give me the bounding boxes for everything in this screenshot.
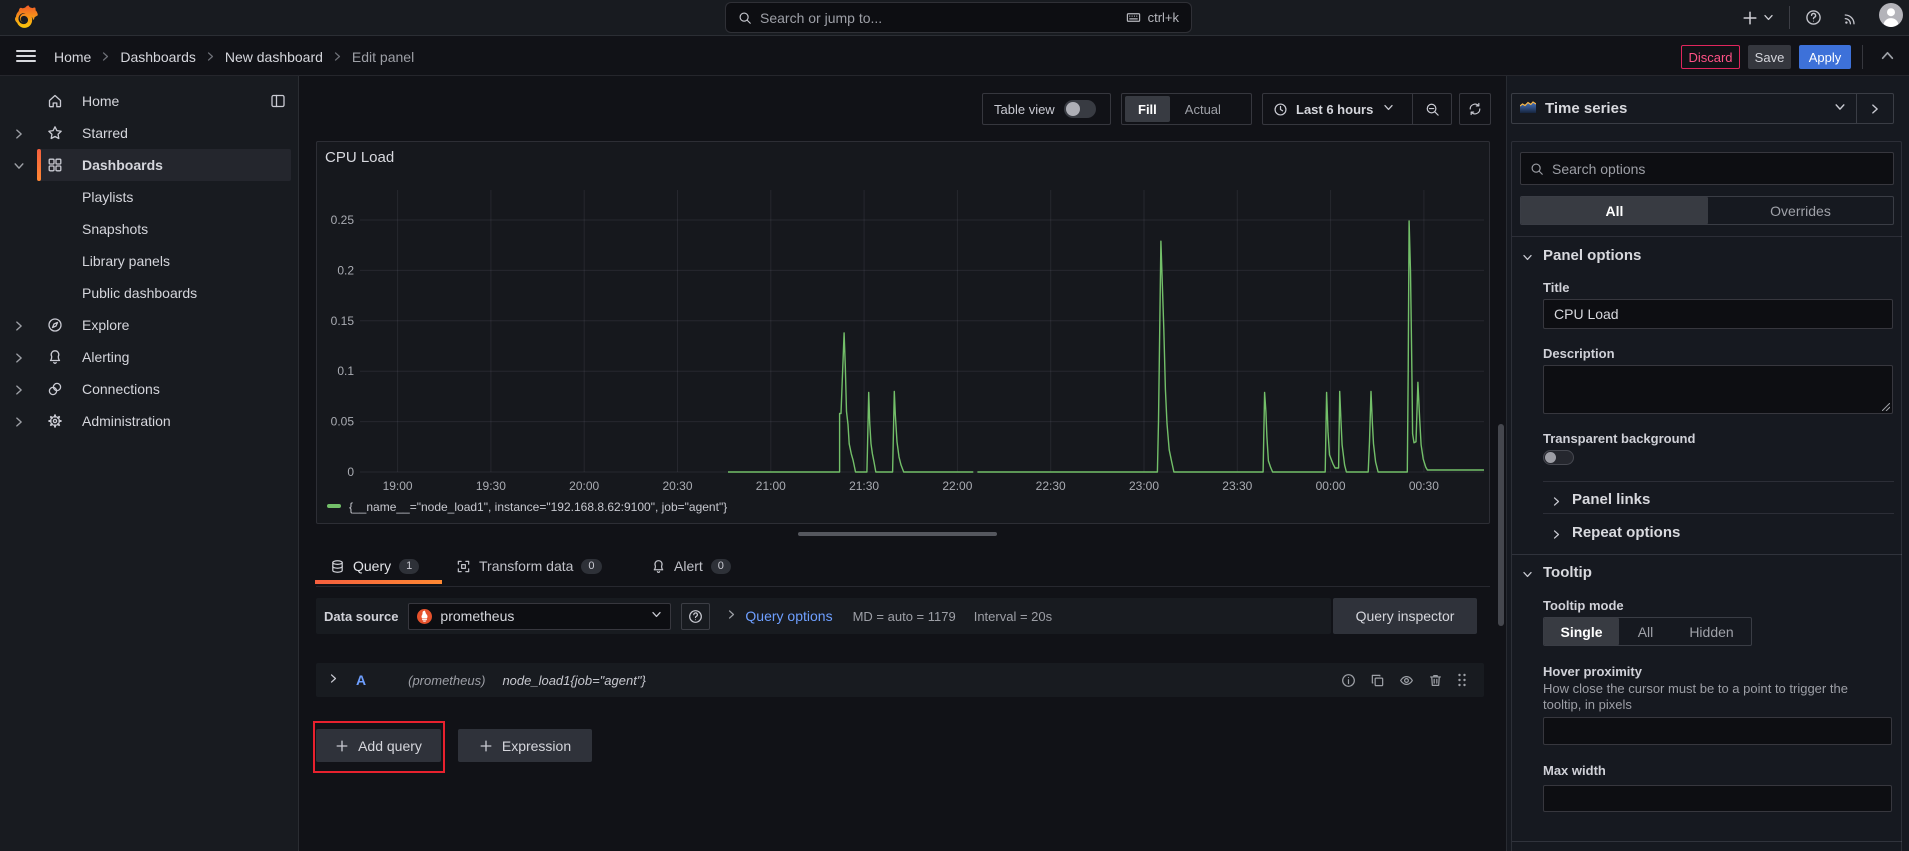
svg-text:23:00: 23:00 bbox=[1129, 479, 1159, 493]
svg-text:21:30: 21:30 bbox=[849, 479, 879, 493]
svg-text:{__name__="node_load1", instan: {__name__="node_load1", instance="192.16… bbox=[349, 500, 727, 514]
svg-text:0.25: 0.25 bbox=[331, 213, 355, 227]
svg-text:0.1: 0.1 bbox=[337, 364, 354, 378]
svg-text:0: 0 bbox=[347, 465, 354, 479]
svg-text:20:00: 20:00 bbox=[569, 479, 599, 493]
svg-text:00:00: 00:00 bbox=[1316, 479, 1346, 493]
svg-text:22:00: 22:00 bbox=[942, 479, 972, 493]
svg-text:19:00: 19:00 bbox=[383, 479, 413, 493]
svg-text:19:30: 19:30 bbox=[476, 479, 506, 493]
svg-text:23:30: 23:30 bbox=[1222, 479, 1252, 493]
svg-text:21:00: 21:00 bbox=[756, 479, 786, 493]
svg-text:0.05: 0.05 bbox=[331, 415, 355, 429]
svg-text:20:30: 20:30 bbox=[662, 479, 692, 493]
svg-text:0.15: 0.15 bbox=[331, 314, 355, 328]
svg-text:22:30: 22:30 bbox=[1036, 479, 1066, 493]
svg-text:0.2: 0.2 bbox=[337, 263, 354, 277]
svg-text:00:30: 00:30 bbox=[1409, 479, 1439, 493]
